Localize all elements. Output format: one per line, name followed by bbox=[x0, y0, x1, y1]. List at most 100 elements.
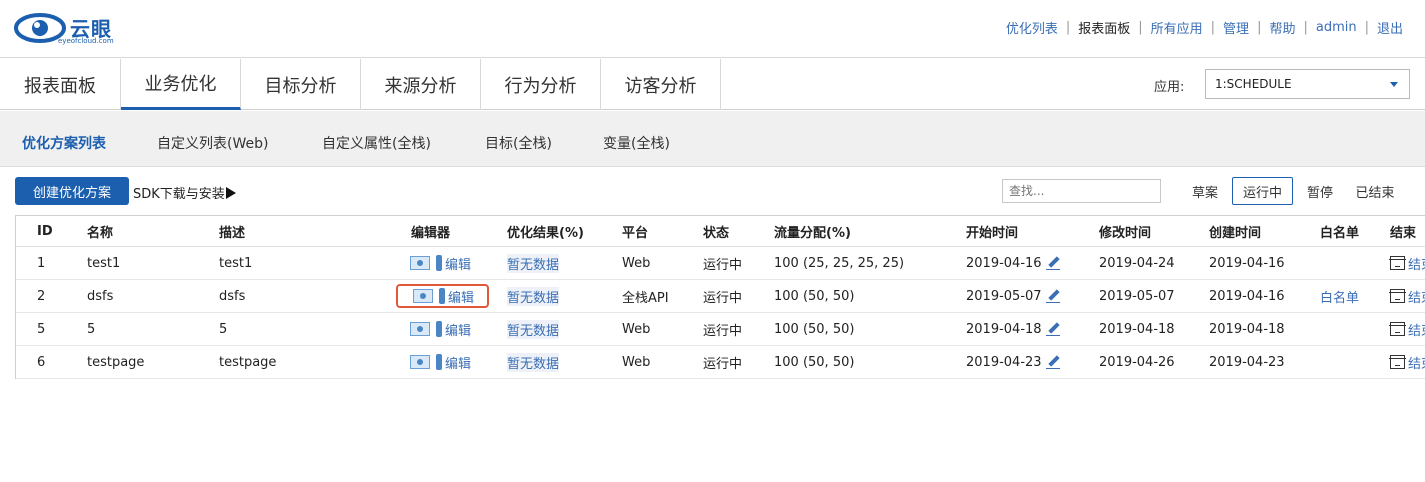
table-row: 1 test1 test1 编辑 暂无数据 Web 运行中 100 (25, 2… bbox=[16, 247, 1425, 280]
cell-editor: 编辑 bbox=[407, 346, 474, 378]
tab-goal-analysis[interactable]: 目标分析 bbox=[241, 59, 361, 110]
play-triangle-icon bbox=[225, 187, 236, 199]
sdk-download-link[interactable]: SDK下载与安装 bbox=[133, 183, 236, 202]
separator: | bbox=[1065, 20, 1071, 35]
link-admin[interactable]: admin bbox=[1316, 20, 1357, 35]
tab-business-optimization[interactable]: 业务优化 bbox=[121, 59, 241, 110]
phone-icon bbox=[436, 321, 442, 337]
edit-button[interactable]: 编辑 bbox=[407, 317, 474, 341]
cell-modified-time: 2019-04-24 bbox=[1099, 255, 1175, 271]
monitor-icon bbox=[410, 355, 430, 369]
col-start-time: 开始时间 bbox=[966, 225, 1019, 241]
table-row: 2 dsfs dsfs 编辑 暂无数据 全栈API 运行中 100 (50, 5… bbox=[16, 280, 1425, 313]
end-button[interactable]: 结束 bbox=[1389, 280, 1425, 312]
start-date: 2019-04-18 bbox=[966, 321, 1042, 337]
top-header: 云眼 eyeofcloud.com 优化列表 | 报表面板 | 所有应用 | 管… bbox=[0, 0, 1425, 58]
cell-id: 6 bbox=[37, 354, 46, 370]
end-label: 结束 bbox=[1408, 356, 1425, 372]
col-description: 描述 bbox=[219, 225, 246, 241]
tab-source-analysis[interactable]: 来源分析 bbox=[361, 59, 481, 110]
table-row: 5 5 5 编辑 暂无数据 Web 运行中 100 (50, 50) 2019-… bbox=[16, 313, 1425, 346]
cell-start-time: 2019-04-16 bbox=[966, 247, 1060, 279]
end-label: 结束 bbox=[1408, 257, 1425, 273]
edit-button[interactable]: 编辑 bbox=[407, 350, 474, 374]
cell-created-time: 2019-04-23 bbox=[1209, 354, 1285, 370]
cell-id: 1 bbox=[37, 255, 46, 271]
cell-result: 暂无数据 bbox=[507, 247, 560, 279]
cell-start-time: 2019-04-23 bbox=[966, 346, 1060, 378]
link-help[interactable]: 帮助 bbox=[1269, 18, 1295, 37]
filter-draft[interactable]: 草案 bbox=[1185, 177, 1225, 205]
app-select[interactable]: 1:SCHEDULE bbox=[1205, 69, 1410, 99]
end-label: 结束 bbox=[1408, 323, 1425, 339]
table-row: 6 testpage testpage 编辑 暂无数据 Web 运行中 100 … bbox=[16, 346, 1425, 379]
cell-platform: 全栈API bbox=[622, 290, 669, 306]
cell-result: 暂无数据 bbox=[507, 313, 560, 345]
end-button[interactable]: 结束 bbox=[1389, 247, 1425, 279]
cell-editor: 编辑 bbox=[396, 280, 490, 312]
no-data-link[interactable]: 暂无数据 bbox=[507, 352, 560, 372]
experiments-table: ID 名称 描述 编辑器 优化结果(%) 平台 状态 流量分配(%) 开始时间 … bbox=[15, 215, 1425, 379]
subtab-variables[interactable]: 变量(全栈) bbox=[603, 133, 670, 153]
end-button[interactable]: 结束 bbox=[1389, 346, 1425, 378]
pencil-icon[interactable] bbox=[1045, 256, 1060, 270]
end-button[interactable]: 结束 bbox=[1389, 313, 1425, 345]
link-manage[interactable]: 管理 bbox=[1223, 18, 1249, 37]
col-editor: 编辑器 bbox=[411, 225, 451, 241]
tab-behavior-analysis[interactable]: 行为分析 bbox=[481, 59, 601, 110]
link-optimization-list[interactable]: 优化列表 bbox=[1006, 18, 1058, 37]
pencil-icon[interactable] bbox=[1045, 355, 1060, 369]
cell-modified-time: 2019-04-26 bbox=[1099, 354, 1175, 370]
edit-label: 编辑 bbox=[445, 356, 472, 372]
subtab-goals[interactable]: 目标(全栈) bbox=[485, 133, 552, 153]
separator: | bbox=[1257, 20, 1262, 35]
filter-paused[interactable]: 暂停 bbox=[1302, 177, 1338, 205]
cell-name: test1 bbox=[87, 255, 121, 271]
no-data-link[interactable]: 暂无数据 bbox=[507, 319, 560, 339]
cell-whitelist[interactable]: 白名单 bbox=[1320, 280, 1359, 312]
link-logout[interactable]: 退出 bbox=[1377, 18, 1403, 37]
logo[interactable]: 云眼 eyeofcloud.com bbox=[14, 10, 124, 48]
cell-traffic: 100 (50, 50) bbox=[774, 354, 855, 370]
separator: | bbox=[1210, 20, 1216, 35]
col-modified-time: 修改时间 bbox=[1099, 225, 1152, 241]
cell-id: 2 bbox=[37, 288, 46, 304]
cell-description: test1 bbox=[219, 255, 253, 271]
cell-editor: 编辑 bbox=[407, 247, 474, 279]
end-label: 结束 bbox=[1408, 290, 1425, 306]
subtab-optimization-list[interactable]: 优化方案列表 bbox=[22, 133, 106, 153]
no-data-link[interactable]: 暂无数据 bbox=[507, 286, 560, 306]
separator: | bbox=[1303, 20, 1308, 35]
archive-icon bbox=[1389, 289, 1406, 303]
cell-traffic: 100 (50, 50) bbox=[774, 321, 855, 337]
logo-subtitle: eyeofcloud.com bbox=[58, 37, 114, 45]
pencil-icon[interactable] bbox=[1045, 322, 1060, 336]
tab-visitor-analysis[interactable]: 访客分析 bbox=[601, 59, 721, 110]
link-report-panel[interactable]: 报表面板 bbox=[1078, 18, 1130, 37]
pencil-icon[interactable] bbox=[1045, 289, 1060, 303]
cell-id: 5 bbox=[37, 321, 46, 337]
no-data-link[interactable]: 暂无数据 bbox=[507, 253, 560, 273]
col-created-time: 创建时间 bbox=[1209, 225, 1262, 241]
table-header-row: ID 名称 描述 编辑器 优化结果(%) 平台 状态 流量分配(%) 开始时间 … bbox=[16, 216, 1425, 247]
link-all-apps[interactable]: 所有应用 bbox=[1151, 18, 1203, 37]
cell-status: 运行中 bbox=[703, 257, 743, 273]
start-date: 2019-05-07 bbox=[966, 288, 1042, 304]
tab-report-panel[interactable]: 报表面板 bbox=[0, 59, 121, 110]
cell-created-time: 2019-04-16 bbox=[1209, 255, 1285, 271]
edit-button[interactable]: 编辑 bbox=[396, 284, 490, 308]
filter-running[interactable]: 运行中 bbox=[1232, 177, 1293, 205]
filter-ended[interactable]: 已结束 bbox=[1351, 177, 1399, 205]
cell-traffic: 100 (50, 50) bbox=[774, 288, 855, 304]
col-end: 结束 bbox=[1390, 225, 1417, 241]
archive-icon bbox=[1389, 256, 1406, 270]
cell-editor: 编辑 bbox=[407, 313, 474, 345]
sdk-download-label: SDK下载与安装 bbox=[133, 187, 225, 202]
search-input[interactable] bbox=[1002, 179, 1161, 203]
create-optimization-button[interactable]: 创建优化方案 bbox=[15, 177, 129, 205]
cell-name: 5 bbox=[87, 321, 96, 337]
edit-label: 编辑 bbox=[445, 257, 472, 273]
subtab-custom-attributes[interactable]: 自定义属性(全栈) bbox=[322, 133, 431, 153]
subtab-custom-list-web[interactable]: 自定义列表(Web) bbox=[157, 133, 268, 153]
edit-button[interactable]: 编辑 bbox=[407, 251, 474, 275]
